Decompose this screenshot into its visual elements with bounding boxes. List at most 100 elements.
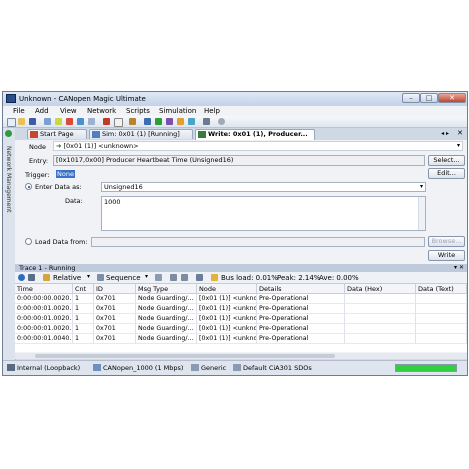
data-type-select[interactable]: Unsigned16 ▾ [101,182,426,192]
trace-run-icon[interactable] [18,274,25,281]
minimize-button[interactable]: – [402,93,420,103]
table-cell[interactable] [345,294,416,304]
download-icon[interactable] [55,118,62,125]
menu-scripts[interactable]: Scripts [126,107,150,115]
column-header[interactable]: Node [197,284,257,294]
table-cell[interactable]: [0x01 (1)] <unkno... [197,334,257,344]
select-button[interactable]: Select... [428,155,465,166]
table-cell[interactable]: 0x701 [94,294,136,304]
table-cell[interactable]: Pre-Operational [257,314,345,324]
table-cell[interactable]: 0:00:00:01.0020... [15,314,73,324]
open-folder-icon[interactable] [18,118,25,125]
tab-start-page[interactable]: Start Page [27,129,87,139]
menu-network[interactable]: Network [87,107,116,115]
table-cell[interactable]: 0x701 [94,314,136,324]
table-cell[interactable] [416,324,467,334]
new-icon[interactable] [7,118,16,127]
close-button[interactable]: ✕ [438,93,466,103]
table-cell[interactable]: 0:00:00:01.0020... [15,324,73,334]
table-cell[interactable]: 0x701 [94,324,136,334]
table-cell[interactable] [345,334,416,344]
table-cell[interactable] [416,334,467,344]
menu-view[interactable]: View [60,107,77,115]
table-cell[interactable] [345,314,416,324]
sdo-icon[interactable] [144,118,151,125]
load-data-radio[interactable] [25,238,32,245]
column-header[interactable]: Data (Hex) [345,284,416,294]
filter-icon[interactable] [155,274,162,281]
sort-mode[interactable]: Sequence [106,274,141,282]
trace-window-buttons-icon[interactable]: ▾ ✕ [454,264,464,272]
clear-icon[interactable] [114,118,123,127]
table-cell[interactable]: 0:00:00:01.0040... [15,334,73,344]
chevron-down-icon[interactable]: ▾ [145,273,148,280]
table-cell[interactable]: 0:00:00:01.0020... [15,304,73,314]
browse-button[interactable]: Browse... [428,236,465,247]
menu-file[interactable]: File [13,107,25,115]
data-scrollbar[interactable] [418,197,425,230]
table-cell[interactable]: Pre-Operational [257,324,345,334]
write-button[interactable]: Write [428,250,465,261]
table-cell[interactable]: [0x01 (1)] <unkno... [197,314,257,324]
table-cell[interactable] [416,294,467,304]
sync-icon[interactable] [188,118,195,125]
table-cell[interactable]: Pre-Operational [257,304,345,314]
find-next-icon[interactable] [181,274,188,281]
stop-icon[interactable] [66,118,73,125]
table-cell[interactable]: [0x01 (1)] <unkno... [197,294,257,304]
table-cell[interactable] [416,304,467,314]
table-cell[interactable]: Node Guarding/... [136,334,197,344]
table-cell[interactable]: Node Guarding/... [136,304,197,314]
enter-data-radio[interactable] [25,183,32,190]
table-cell[interactable]: 1 [73,294,94,304]
tab-write[interactable]: Write: 0x01 (1), Producer... [195,129,315,140]
table-cell[interactable]: 1 [73,304,94,314]
column-header[interactable]: Details [257,284,345,294]
settings-icon[interactable] [218,118,225,125]
table-cell[interactable]: 1 [73,334,94,344]
tab-close-icon[interactable]: ✕ [457,129,463,137]
table-cell[interactable]: 1 [73,324,94,334]
tab-scroll-icon[interactable]: ◂ ▸ [441,130,449,137]
play-icon[interactable] [77,118,84,125]
column-header[interactable]: Cnt [73,284,94,294]
menu-help[interactable]: Help [204,107,220,115]
table-cell[interactable]: Node Guarding/... [136,324,197,334]
record-icon[interactable] [103,118,110,125]
menu-simulation[interactable]: Simulation [159,107,196,115]
pdo-icon[interactable] [155,118,162,125]
table-cell[interactable]: [0x01 (1)] <unkno... [197,324,257,334]
data-textarea[interactable]: 1000 [101,196,426,231]
trace-pause-icon[interactable] [28,274,35,281]
maximize-button[interactable]: □ [420,93,438,103]
chevron-down-icon[interactable]: ▾ [87,273,90,280]
nmt-icon[interactable] [166,118,173,125]
column-header[interactable]: Data (Text) [416,284,467,294]
column-header[interactable]: Msg Type [136,284,197,294]
column-header[interactable]: Time [15,284,73,294]
save-icon[interactable] [29,118,36,125]
table-cell[interactable]: 0x701 [94,304,136,314]
table-cell[interactable]: Node Guarding/... [136,294,197,304]
table-cell[interactable]: 1 [73,314,94,324]
script-icon[interactable] [203,118,210,125]
table-cell[interactable] [345,324,416,334]
table-cell[interactable]: Node Guarding/... [136,314,197,324]
tab-sim[interactable]: Sim: 0x01 (1) [Running] [89,129,193,139]
scrollbar-thumb[interactable] [35,354,335,358]
export-icon[interactable] [196,274,203,281]
trace-icon[interactable] [88,118,95,125]
table-cell[interactable] [416,314,467,324]
emcy-icon[interactable] [177,118,184,125]
connect-icon[interactable] [44,118,51,125]
horizontal-scrollbar[interactable] [15,353,467,359]
table-cell[interactable]: Pre-Operational [257,294,345,304]
node-select[interactable]: ➜ [0x01 (1)] <unknown> ▾ [53,141,463,151]
time-mode[interactable]: Relative [53,274,81,282]
table-cell[interactable]: 0:00:00:00.0020... [15,294,73,304]
find-icon[interactable] [170,274,177,281]
table-cell[interactable]: 0x701 [94,334,136,344]
table-cell[interactable]: [0x01 (1)] <unkno... [197,304,257,314]
table-cell[interactable]: Pre-Operational [257,334,345,344]
column-header[interactable]: ID [94,284,136,294]
